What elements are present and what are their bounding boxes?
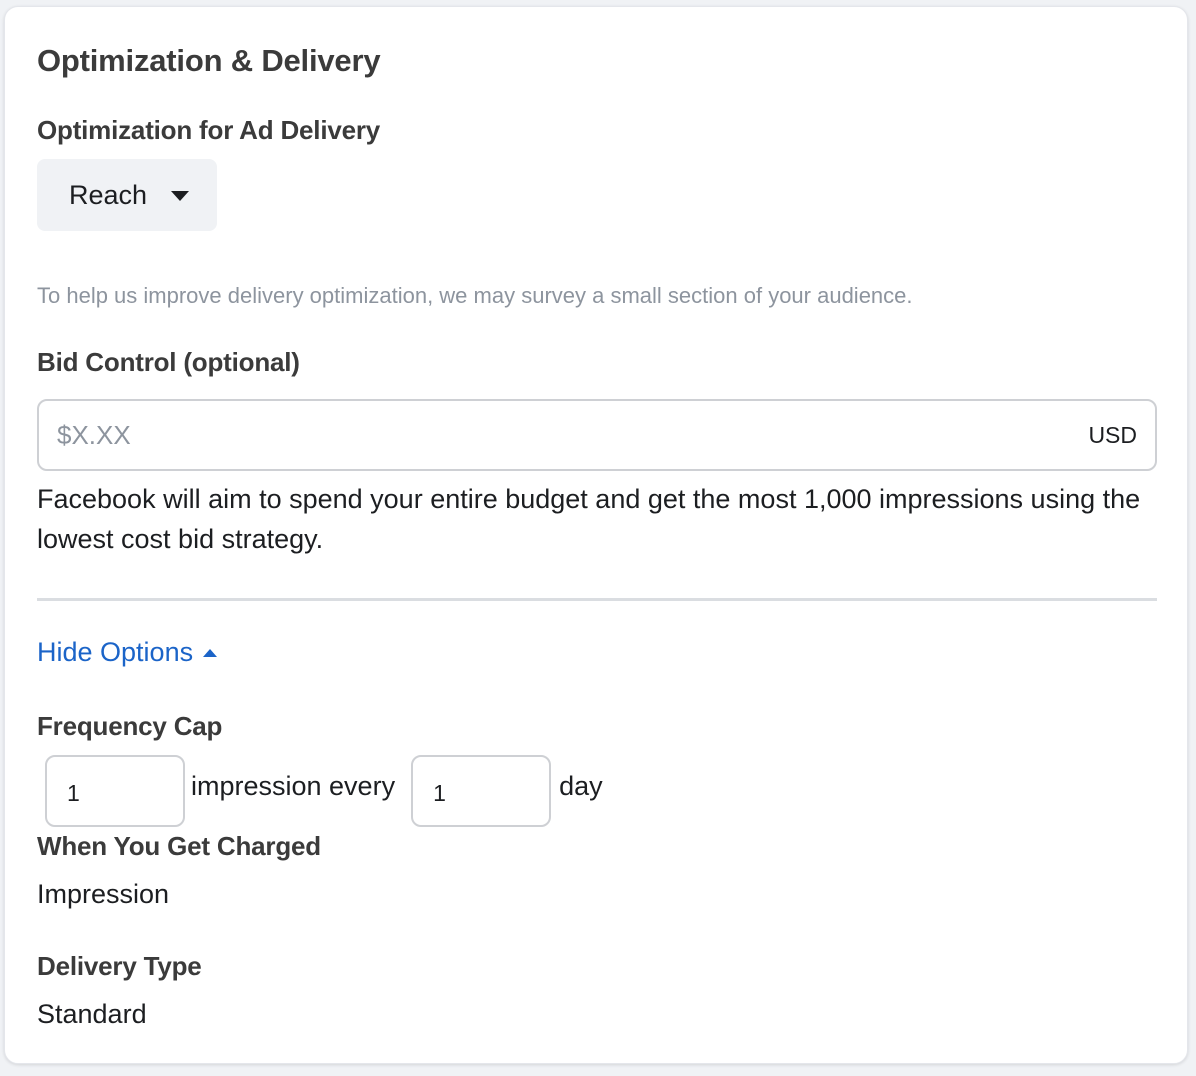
delivery-type-label: Delivery Type <box>37 951 202 981</box>
hide-options-label: Hide Options <box>37 637 194 667</box>
optimization-delivery-card: Optimization & Delivery Optimization for… <box>4 6 1188 1064</box>
charged-label: When You Get Charged <box>37 831 321 861</box>
delivery-type-value: Standard <box>37 999 147 1029</box>
optimization-selected-value: Reach <box>69 179 148 210</box>
caret-up-icon <box>203 648 218 657</box>
days-count-box[interactable] <box>411 755 552 827</box>
charged-value: Impression <box>37 879 170 909</box>
hide-options-link[interactable]: Hide Options <box>37 637 218 668</box>
optimization-dropdown[interactable]: Reach <box>37 159 217 231</box>
day-unit-text: day <box>559 771 603 801</box>
impressions-count-input[interactable] <box>47 757 183 825</box>
section-divider <box>37 598 1157 601</box>
optimization-label: Optimization for Ad Delivery <box>37 115 381 145</box>
survey-hint: To help us improve delivery optimization… <box>37 283 913 308</box>
caret-down-icon <box>171 191 190 201</box>
impressions-count-box[interactable] <box>45 755 185 827</box>
bid-strategy-description: Facebook will aim to spend your entire b… <box>37 484 1141 554</box>
currency-label: USD <box>1088 421 1137 448</box>
section-title: Optimization & Delivery <box>37 43 381 78</box>
frequency-cap-label: Frequency Cap <box>37 711 223 741</box>
impression-every-text: impression every <box>191 771 396 801</box>
days-count-input[interactable] <box>413 757 550 825</box>
bid-control-field[interactable]: USD <box>37 399 1157 471</box>
bid-control-label: Bid Control (optional) <box>37 347 300 377</box>
bid-control-input[interactable] <box>39 400 1089 470</box>
frequency-cap-row: impression every day <box>37 755 603 827</box>
